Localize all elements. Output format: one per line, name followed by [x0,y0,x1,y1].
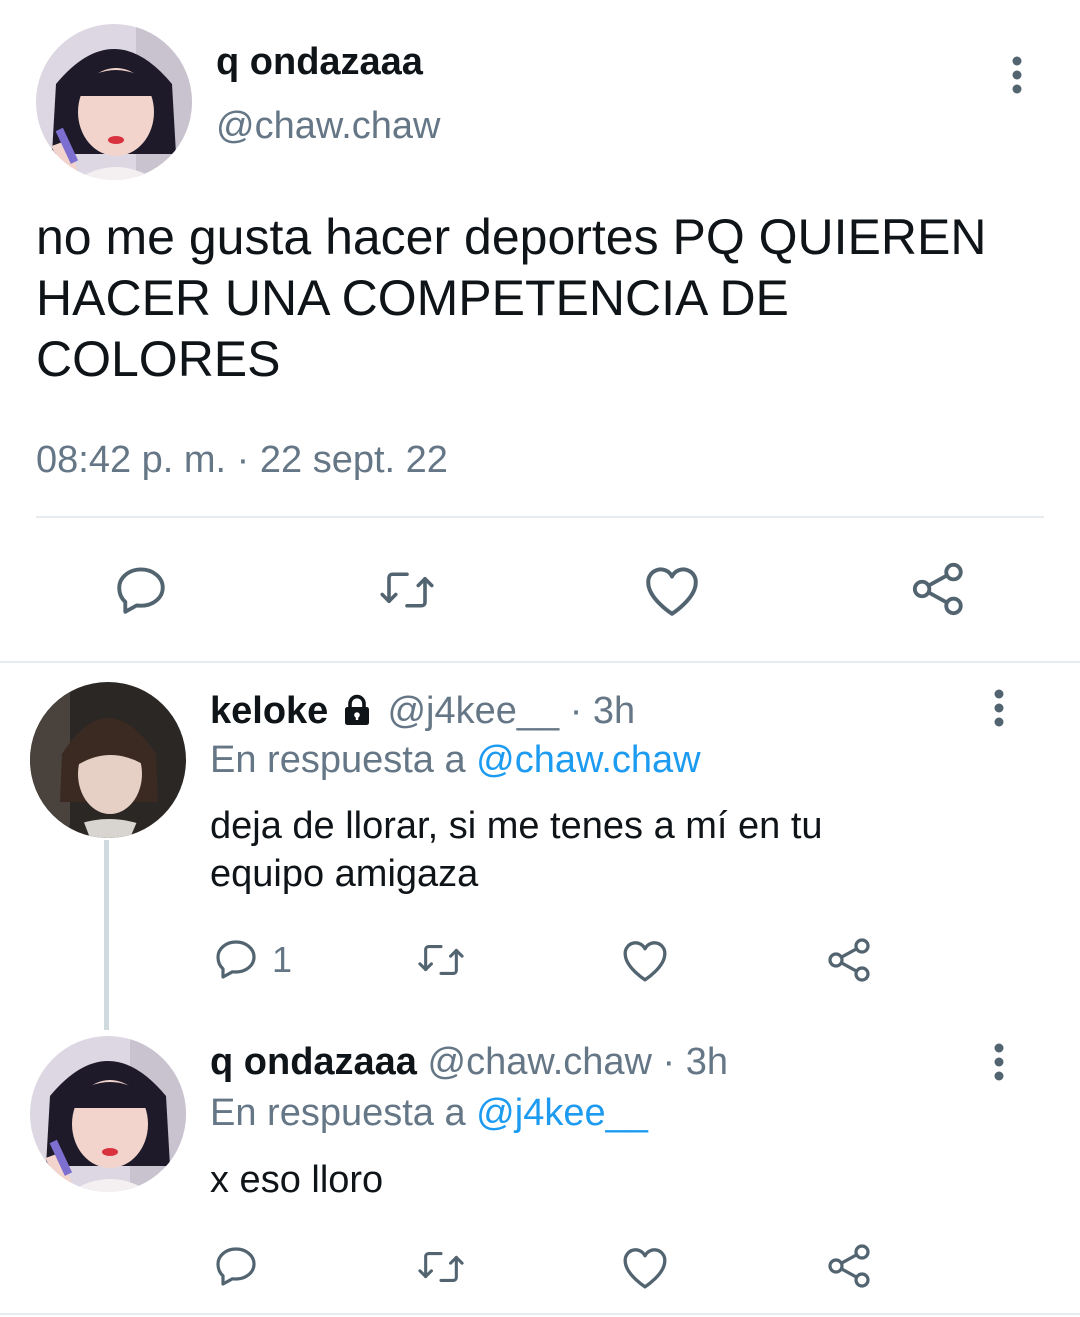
share-icon[interactable] [910,560,968,618]
like-icon[interactable] [642,562,702,618]
share-icon[interactable] [826,936,874,984]
more-options-icon[interactable] [1006,55,1028,95]
more-options-icon[interactable] [988,688,1010,728]
handle[interactable]: @chaw.chaw [428,1041,652,1083]
reply-context: En respuesta a @chaw.chaw [210,737,701,783]
tweet-text: x eso lloro [210,1159,384,1201]
reply-context: En respuesta a @j4kee__ [210,1090,648,1136]
section-divider [0,661,1080,663]
handle[interactable]: @j4kee__ [387,690,559,732]
like-icon[interactable] [620,1243,670,1291]
share-icon[interactable] [826,1242,874,1290]
reply-icon[interactable] [212,1242,260,1290]
reply-count: 1 [272,939,293,980]
display-name[interactable]: q ondazaaa [216,40,423,84]
avatar[interactable] [30,1036,186,1192]
reply-header: q ondazaaa @chaw.chaw · 3h [210,1039,728,1085]
divider [36,516,1044,518]
retweet-icon[interactable] [414,937,468,983]
handle[interactable]: @chaw.chaw [216,104,440,148]
timestamp[interactable]: 08:42 p. m. · 22 sept. 22 [36,437,448,483]
time[interactable]: · 3h [570,690,635,732]
reply-prefix: En respuesta a [210,739,466,781]
reply-prefix: En respuesta a [210,1092,466,1134]
time[interactable]: · 3h [663,1041,728,1083]
reply-icon[interactable] [112,561,170,619]
avatar[interactable] [36,24,192,180]
more-options-icon[interactable] [988,1042,1010,1082]
avatar[interactable] [30,682,186,838]
reply-header: keloke @j4kee__ · 3h [210,688,635,734]
tweet-text: deja de llorar, si me tenes a mí en tu e… [210,805,823,895]
section-divider [0,1313,1080,1315]
mention-link[interactable]: @chaw.chaw [476,739,700,781]
display-name[interactable]: q ondazaaa [210,1041,417,1083]
tweet-text: no me gusta hacer deportes PQ QUIEREN HA… [36,209,987,387]
like-icon[interactable] [620,936,670,984]
lock-icon [343,694,371,726]
reply-icon[interactable] [212,935,260,983]
retweet-icon[interactable] [414,1244,468,1290]
mention-link[interactable]: @j4kee__ [476,1092,648,1134]
display-name[interactable]: keloke [210,690,328,732]
retweet-icon[interactable] [376,563,438,617]
thread-line [104,840,109,1030]
